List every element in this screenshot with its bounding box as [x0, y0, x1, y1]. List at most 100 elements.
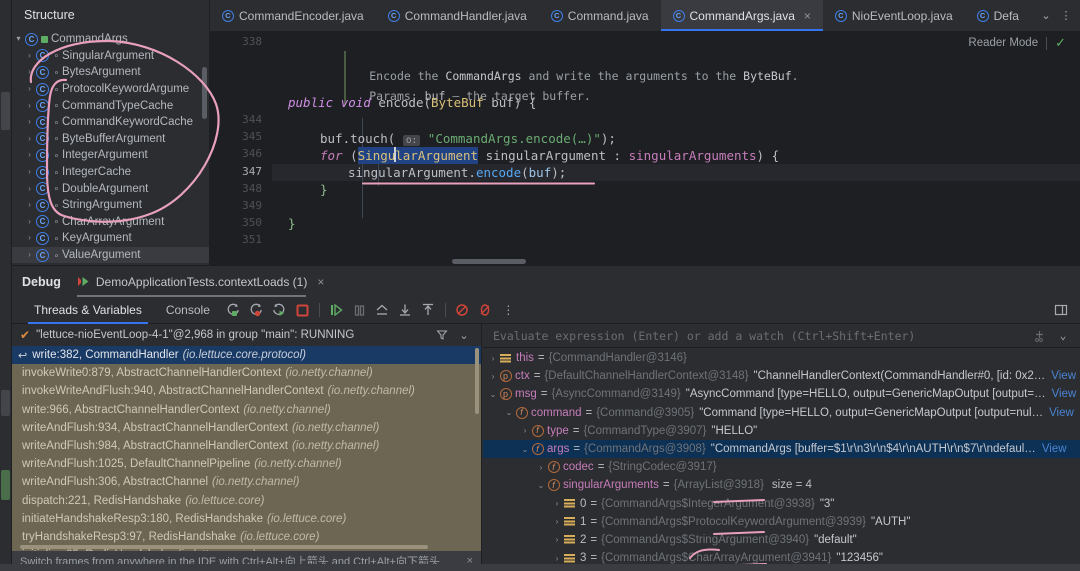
rail-chip-debug[interactable] — [1, 390, 10, 416]
chevron-down-icon[interactable]: ⌄ — [1037, 5, 1055, 27]
chevron-right-icon[interactable]: › — [23, 85, 36, 93]
more-vertical-icon[interactable]: ⋮ — [1057, 5, 1075, 27]
left-tool-rail[interactable] — [0, 0, 12, 571]
chevron-right-icon[interactable]: › — [487, 372, 499, 381]
chevron-right-icon[interactable]: › — [23, 68, 36, 76]
structure-item-integercache[interactable]: › ∘IntegerCache — [12, 164, 209, 181]
variable-row-codec[interactable]: › codec={StringCodec@3917} — [483, 458, 1080, 476]
variables-tree[interactable]: ›this={CommandHandler@3146}›ctx={Default… — [483, 349, 1080, 571]
reader-mode-indicator[interactable]: Reader Mode ✓ — [968, 35, 1066, 51]
variable-row-0[interactable]: › 0 = {CommandArgs$IntegerArgument@3938} "3" — [483, 495, 1080, 513]
rail-chip-run[interactable] — [1, 470, 10, 500]
view-link[interactable]: View — [1042, 443, 1067, 455]
variable-row-type[interactable]: › type={CommandType@3907} "HELLO" — [483, 422, 1080, 440]
variable-row-msg[interactable]: ⌄ msg={AsyncCommand@3149} "AsyncCommand [t… — [483, 385, 1080, 403]
structure-item-doubleargument[interactable]: › ∘DoubleArgument — [12, 180, 209, 197]
chevron-right-icon[interactable]: › — [23, 168, 36, 176]
structure-vscrollbar[interactable] — [202, 67, 207, 119]
stack-frame-row[interactable]: invokeWriteAndFlush:940, AbstractChannel… — [12, 382, 481, 400]
structure-item-protocolkeywordargume[interactable]: › ∘ProtocolKeywordArgume — [12, 81, 209, 98]
variable-row-args[interactable]: ⌄ args={CommandArgs@3908} "CommandArgs [bu… — [483, 439, 1080, 459]
editor-hscrollbar[interactable] — [452, 259, 526, 264]
more-vertical-icon[interactable]: ⋮ — [498, 300, 519, 321]
chevron-right-icon[interactable]: › — [23, 184, 36, 193]
editor-tab-nioeventloop-java[interactable]: NioEventLoop.java — [823, 0, 965, 31]
stack-frame-row[interactable]: invokeWrite0:879, AbstractChannelHandler… — [12, 364, 481, 382]
layout-settings-icon[interactable] — [1050, 300, 1071, 321]
step-into-icon[interactable] — [246, 300, 267, 321]
pause-icon[interactable] — [349, 300, 370, 321]
code-content[interactable]: Encode the CommandArgs and write the arg… — [272, 31, 1080, 265]
editor-tab-commandargs-java[interactable]: CommandArgs.java × — [660, 0, 824, 31]
chevron-right-icon[interactable]: › — [23, 101, 36, 110]
chevron-right-icon[interactable]: › — [551, 499, 563, 508]
editor-tab-defa[interactable]: Defa — [965, 0, 1031, 31]
stack-frame-row[interactable]: writeAndFlush:984, AbstractChannelHandle… — [12, 437, 481, 455]
chevron-right-icon[interactable]: › — [551, 535, 563, 544]
editor-body[interactable]: 338 344 345 346 347 348 349 350 351 Enco… — [210, 31, 1080, 265]
disable-breakpoints-icon[interactable] — [475, 300, 496, 321]
debug-session-tab[interactable]: DemoApplicationTests.contextLoads (1) × — [76, 266, 324, 297]
chevron-right-icon[interactable]: › — [23, 118, 36, 126]
variable-row-this[interactable]: › this = {CommandHandler@3146} — [483, 349, 1080, 367]
chevron-right-icon[interactable]: › — [535, 463, 547, 472]
chevron-right-icon[interactable]: › — [23, 151, 36, 159]
tab-console[interactable]: Console — [154, 297, 222, 324]
chevron-right-icon[interactable]: › — [23, 217, 36, 226]
chevron-down-icon[interactable]: ⌄ — [487, 390, 499, 399]
chevron-right-icon[interactable]: › — [551, 554, 563, 563]
variable-row-ctx[interactable]: › ctx={DefaultChannelHandlerContext@3148}… — [483, 367, 1080, 385]
resume-icon[interactable] — [326, 300, 347, 321]
chevron-down-icon[interactable]: ⌄ — [1054, 325, 1072, 347]
filter-icon[interactable] — [433, 324, 451, 346]
add-watch-icon[interactable] — [1030, 325, 1048, 347]
chevron-right-icon[interactable]: › — [551, 517, 563, 526]
step-over-icon[interactable] — [223, 300, 244, 321]
close-icon[interactable]: × — [804, 9, 811, 23]
force-step-into-icon[interactable] — [269, 300, 290, 321]
tabbar-actions[interactable]: ⌄ ⋮ — [1030, 0, 1080, 31]
close-icon[interactable]: × — [317, 275, 324, 289]
chevron-down-icon[interactable]: ⌄ — [519, 445, 531, 454]
chevron-right-icon[interactable]: › — [23, 134, 36, 143]
stack-frame-row[interactable]: tryHandshakeResp3:97, RedisHandshake (io.… — [12, 528, 481, 546]
stack-frame-row[interactable]: writeAndFlush:1025, DefaultChannelPipeli… — [12, 455, 481, 473]
step-out-icon[interactable] — [372, 300, 393, 321]
tab-threads-and-variables[interactable]: Threads & Variables — [22, 297, 154, 324]
chevron-right-icon[interactable]: › — [23, 51, 36, 60]
stop-icon[interactable] — [292, 300, 313, 321]
view-link[interactable]: View — [1049, 407, 1074, 419]
structure-item-commandtypecache[interactable]: › ∘CommandTypeCache — [12, 97, 209, 114]
frames-list[interactable]: ↩ write:382, CommandHandler (io.lettuce.co… — [12, 346, 481, 551]
editor-tab-command-java[interactable]: Command.java — [539, 0, 661, 31]
stack-frame-row[interactable]: writeAndFlush:306, AbstractChannel (io.ne… — [12, 473, 481, 491]
stack-frame-row[interactable]: dispatch:221, RedisHandshake (io.lettuce.… — [12, 492, 481, 510]
stack-frame-row[interactable]: writeAndFlush:934, AbstractChannelHandle… — [12, 419, 481, 437]
view-link[interactable]: View — [1051, 370, 1076, 382]
structure-item-chararrayargument[interactable]: › ∘CharArrayArgument — [12, 214, 209, 231]
thread-selector[interactable]: ✔ "lettuce-nioEventLoop-4-1"@2,968 in gr… — [12, 324, 481, 346]
structure-root-row[interactable]: ▾ CommandArgs — [12, 31, 209, 48]
variable-row-2[interactable]: › 2 = {CommandArgs$StringArgument@3940} "def… — [483, 531, 1080, 549]
frames-vscrollbar[interactable] — [475, 348, 479, 414]
chevron-right-icon[interactable]: › — [23, 234, 36, 242]
chevron-right-icon[interactable]: › — [23, 201, 36, 209]
chevron-right-icon[interactable]: › — [487, 354, 499, 363]
structure-item-bytebufferargument[interactable]: › ∘ByteBufferArgument — [12, 131, 209, 148]
structure-item-valueargument[interactable]: › ∘ValueArgument — [12, 246, 209, 264]
editor-tab-commandencoder-java[interactable]: CommandEncoder.java — [210, 0, 376, 31]
chevron-down-icon[interactable]: ⌄ — [455, 324, 473, 346]
structure-item-stringargument[interactable]: › ∘StringArgument — [12, 197, 209, 214]
mute-breakpoints-icon[interactable] — [452, 300, 473, 321]
evaluate-expression-input[interactable]: Evaluate expression (Enter) or add a wat… — [483, 324, 1080, 348]
variable-row-command[interactable]: ⌄ command={Command@3905} "Command [type=HE… — [483, 404, 1080, 422]
chevron-down-icon[interactable]: ⌄ — [535, 481, 547, 490]
debug-toolbar[interactable]: Threads & Variables Console ⋮ — [12, 297, 1080, 324]
structure-item-bytesargument[interactable]: › ∘BytesArgument — [12, 64, 209, 81]
editor-gutter[interactable]: 338 344 345 346 347 348 349 350 351 — [210, 31, 272, 265]
variable-row-singularArguments[interactable]: ⌄ singularArguments={ArrayList@3918} size … — [483, 476, 1080, 494]
stack-frame-row[interactable]: initiateHandshakeResp3:180, RedisHandsha… — [12, 510, 481, 528]
chevron-down-icon[interactable]: ▾ — [12, 35, 25, 43]
run-to-cursor-down-icon[interactable] — [395, 300, 416, 321]
structure-item-keyargument[interactable]: › ∘KeyArgument — [12, 230, 209, 247]
